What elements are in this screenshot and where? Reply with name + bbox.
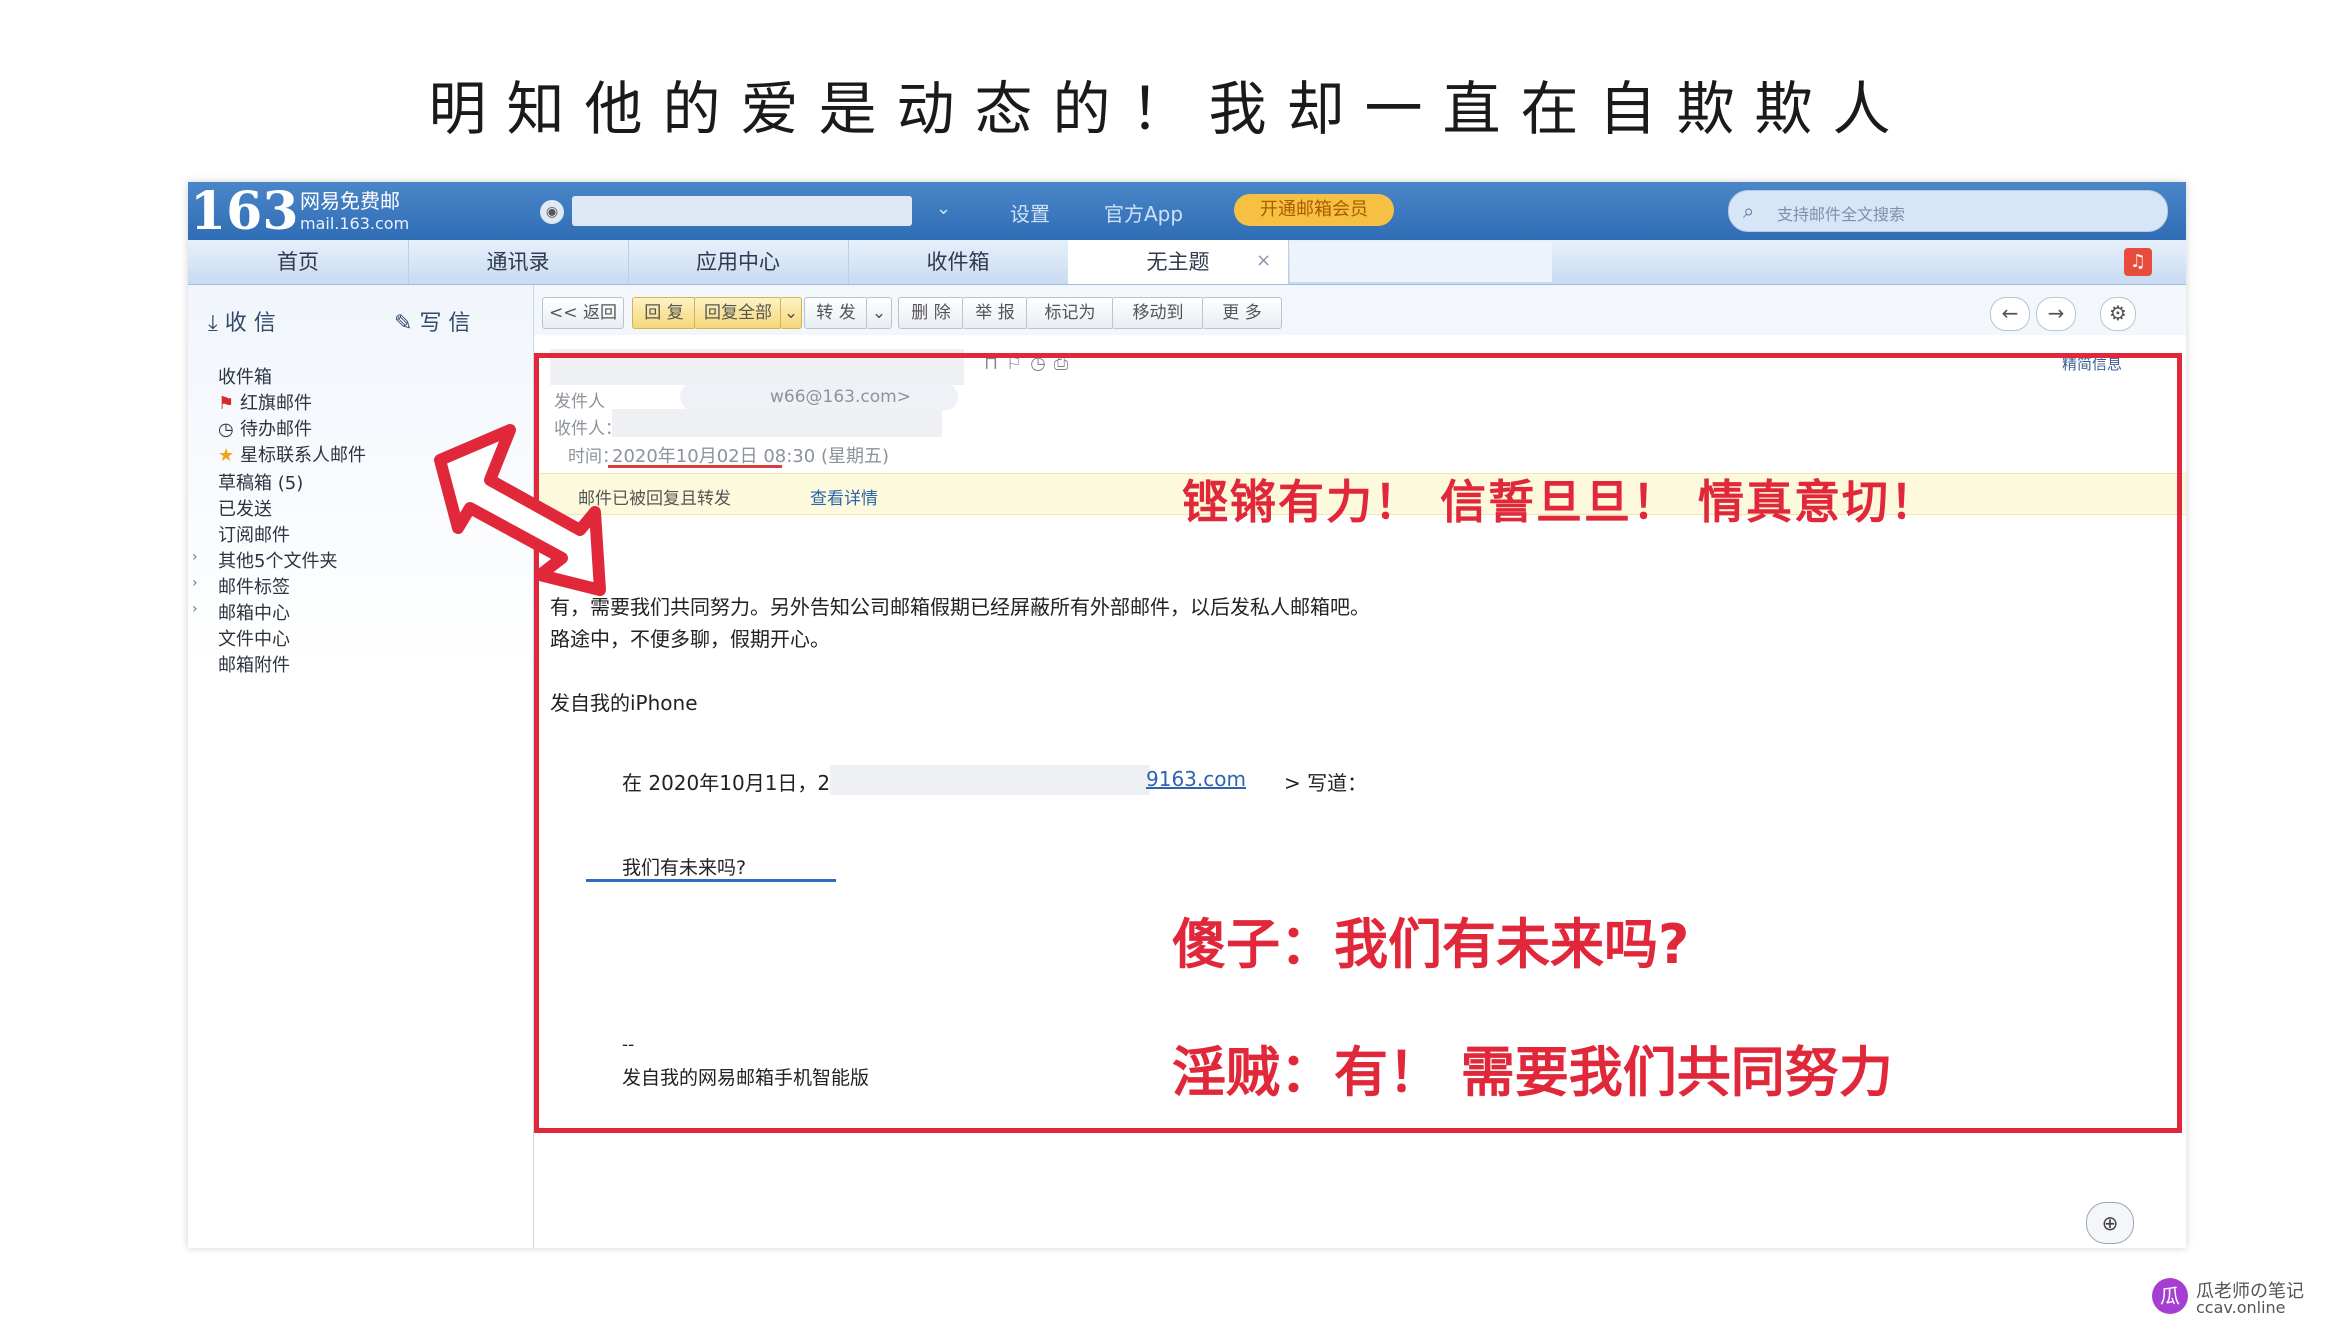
vip-button[interactable]: 开通邮箱会员 bbox=[1234, 194, 1394, 226]
settings-link[interactable]: 设置 bbox=[1010, 198, 1050, 227]
chevron-down-icon[interactable]: ⌄ bbox=[936, 198, 951, 219]
sidebar-item-sent[interactable]: 已发送 bbox=[218, 495, 272, 521]
star-icon: ★ bbox=[218, 445, 235, 466]
gear-icon[interactable]: ⚙ bbox=[2100, 297, 2136, 331]
reply-all-button[interactable]: 回复全部 bbox=[694, 297, 782, 329]
sidebar-item-subscriptions[interactable]: 订阅邮件 bbox=[218, 521, 290, 547]
annotation-1: 铿锵有力！ 信誓旦旦！ 情真意切！ bbox=[1182, 475, 1939, 529]
chevron-right-icon[interactable]: › bbox=[192, 575, 198, 591]
receive-button[interactable]: ⤓ 收 信 bbox=[208, 305, 276, 337]
download-icon: ⤓ bbox=[208, 311, 225, 336]
account-name-redacted[interactable] bbox=[572, 196, 912, 226]
mail-toolbar: << 返回 回 复 回复全部 ⌄ 转 发 ⌄ 删 除 举 报 标记为 移动到 更… bbox=[534, 285, 2186, 335]
sidebar-item-drafts[interactable]: 草稿箱 (5) bbox=[218, 469, 303, 495]
logo-subtitle: 网易免费邮 bbox=[300, 189, 400, 213]
sidebar-item-starred[interactable]: ★ 星标联系人邮件 bbox=[218, 441, 366, 467]
sidebar-item-todo[interactable]: ◷ 待办邮件 bbox=[218, 415, 312, 441]
tab-inbox[interactable]: 收件箱 bbox=[848, 240, 1069, 284]
next-mail-arrow-icon[interactable]: → bbox=[2036, 297, 2076, 331]
watermark-logo-icon: 瓜 bbox=[2152, 1278, 2188, 1314]
mark-as-dropdown[interactable]: 标记为 bbox=[1026, 297, 1114, 329]
report-button[interactable]: 举 报 bbox=[962, 297, 1028, 329]
logo-url: mail.163.com bbox=[300, 214, 410, 233]
tab-home[interactable]: 首页 bbox=[188, 240, 409, 284]
chevron-right-icon[interactable]: › bbox=[192, 549, 198, 565]
annotation-3: 淫贼：有！ 需要我们共同努力 bbox=[1172, 1041, 1893, 1104]
music-icon[interactable]: ♫ bbox=[2124, 248, 2152, 276]
sidebar-item-inbox[interactable]: 收件箱 bbox=[218, 363, 272, 389]
sidebar-item-attachments[interactable]: 邮箱附件 bbox=[218, 651, 290, 677]
reply-dropdown-icon[interactable]: ⌄ bbox=[780, 297, 802, 329]
app-link[interactable]: 官方App bbox=[1104, 198, 1183, 227]
account-icon[interactable]: ◉ bbox=[540, 200, 564, 224]
compose-label: 写 信 bbox=[419, 311, 471, 336]
chevron-right-icon[interactable]: › bbox=[192, 601, 198, 617]
search-icon: ⌕ bbox=[1743, 199, 1755, 223]
tab-apps[interactable]: 应用中心 bbox=[628, 240, 849, 284]
tab-contacts[interactable]: 通讯录 bbox=[408, 240, 629, 284]
sidebar-item-other-folders[interactable]: 其他5个文件夹 bbox=[218, 547, 337, 573]
sidebar-item-flagged[interactable]: ⚑ 红旗邮件 bbox=[218, 389, 312, 415]
search-placeholder: 支持邮件全文搜索 bbox=[1777, 205, 1906, 224]
back-button[interactable]: << 返回 bbox=[542, 297, 624, 329]
close-icon[interactable]: × bbox=[1256, 250, 1271, 271]
sidebar-item-label: 红旗邮件 bbox=[240, 393, 312, 414]
compose-button[interactable]: ✎ 写 信 bbox=[394, 305, 470, 337]
sidebar-item-label: 星标联系人邮件 bbox=[240, 445, 366, 466]
delete-button[interactable]: 删 除 bbox=[898, 297, 964, 329]
forward-button[interactable]: 转 发 bbox=[804, 297, 868, 329]
zoom-icon[interactable]: ⊕ bbox=[2086, 1202, 2134, 1244]
reply-button[interactable]: 回 复 bbox=[632, 297, 696, 329]
sidebar-item-mail-center[interactable]: 邮箱中心 bbox=[218, 599, 290, 625]
sidebar-item-tags[interactable]: 邮件标签 bbox=[218, 573, 290, 599]
more-dropdown[interactable]: 更 多 bbox=[1202, 297, 1282, 329]
receive-label: 收 信 bbox=[224, 311, 276, 336]
clock-icon: ◷ bbox=[218, 419, 234, 440]
search-input[interactable]: ⌕ 支持邮件全文搜索 bbox=[1728, 190, 2168, 232]
tab-redacted[interactable] bbox=[1290, 242, 1552, 282]
red-arrow-annotation bbox=[434, 424, 606, 596]
watermark-url: ccav.online bbox=[2196, 1298, 2286, 1317]
annotation-2: 傻子：我们有未来吗? bbox=[1172, 913, 1690, 976]
page-headline: 明知他的爱是动态的！我却一直在自欺欺人 bbox=[428, 75, 1911, 143]
top-bar: 163 网易免费邮 mail.163.com ◉ ⌄ 设置 官方App 开通邮箱… bbox=[188, 182, 2186, 240]
flag-icon: ⚑ bbox=[218, 393, 235, 414]
edit-icon: ✎ bbox=[394, 311, 420, 336]
forward-dropdown-icon[interactable]: ⌄ bbox=[866, 297, 892, 329]
logo-163: 163 bbox=[190, 182, 299, 242]
tab-bar: 首页 通讯录 应用中心 收件箱 无主题 × ♫ bbox=[188, 240, 2186, 285]
sidebar-item-file-center[interactable]: 文件中心 bbox=[218, 625, 290, 651]
sidebar-item-label: 待办邮件 bbox=[240, 419, 312, 440]
previous-mail-arrow-icon[interactable]: ← bbox=[1990, 297, 2030, 331]
move-to-dropdown[interactable]: 移动到 bbox=[1112, 297, 1204, 329]
